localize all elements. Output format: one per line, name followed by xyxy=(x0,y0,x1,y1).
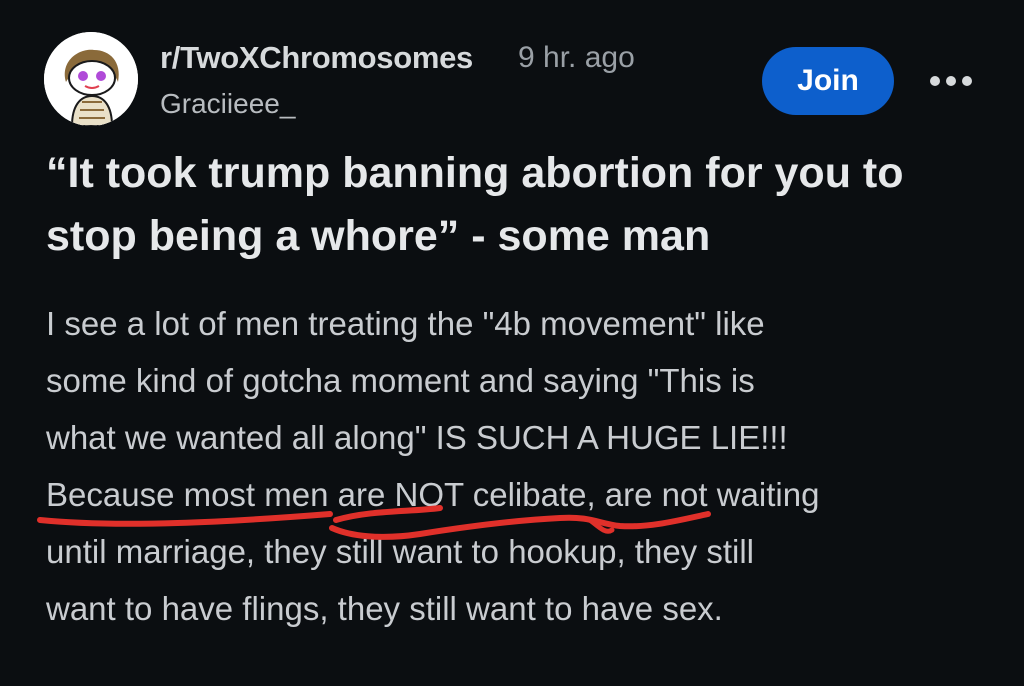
post-title[interactable]: “It took trump banning abortion for you … xyxy=(46,142,1006,268)
dot xyxy=(946,76,956,86)
post-body-line: until marriage, they still want to hooku… xyxy=(46,533,755,570)
post-body-line: I see a lot of men treating the "4b move… xyxy=(46,305,765,342)
post-body-line: want to have flings, they still want to … xyxy=(46,590,723,627)
dot xyxy=(962,76,972,86)
post-body-line: Because most men are NOT celibate, are n… xyxy=(46,476,820,513)
post-card: r/TwoXChromosomes 9 hr. ago Graciieee_ J… xyxy=(0,0,1024,686)
post-body-line: what we wanted all along" IS SUCH A HUGE… xyxy=(46,419,788,456)
more-horizontal-icon[interactable] xyxy=(930,73,972,89)
join-button[interactable]: Join xyxy=(762,47,894,115)
post-author[interactable]: Graciieee_ xyxy=(160,88,295,120)
avatar[interactable] xyxy=(44,32,138,126)
reddit-avatar-icon xyxy=(44,32,138,126)
post-timestamp: 9 hr. ago xyxy=(518,41,635,74)
dot xyxy=(930,76,940,86)
subreddit-name[interactable]: r/TwoXChromosomes xyxy=(160,40,473,76)
post-body-line: some kind of gotcha moment and saying "T… xyxy=(46,362,755,399)
